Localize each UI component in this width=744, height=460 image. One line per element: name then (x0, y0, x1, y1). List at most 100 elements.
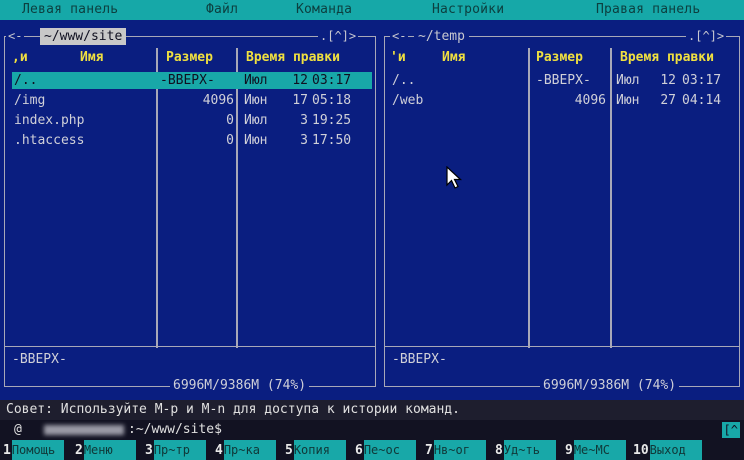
file-name: /.. (14, 73, 38, 88)
fkey-edit[interactable]: 4Пр~ка (214, 440, 276, 460)
column-mark[interactable]: 'и (390, 50, 406, 66)
file-day: 3 (300, 133, 308, 148)
fkey-number: 8 (495, 443, 503, 458)
left-panel-path[interactable]: ~/www/site (40, 28, 127, 45)
fkey-number: 9 (565, 443, 573, 458)
fkey-number: 7 (425, 443, 433, 458)
file-month: Июл (616, 73, 640, 88)
fkey-move[interactable]: 6Пе~ос (354, 440, 416, 460)
fkey-copy[interactable]: 5Копия (284, 440, 346, 460)
file-size: -ВВЕРХ- (160, 73, 215, 88)
file-size: 0 (226, 113, 234, 128)
file-name: .htaccess (14, 133, 85, 148)
right-panel-path[interactable]: ~/temp (414, 28, 469, 45)
column-mtime[interactable]: Время правки (246, 50, 340, 66)
fkey-label: Нв~ог (433, 440, 486, 460)
fkey-number: 3 (145, 443, 153, 458)
file-time: 03:17 (682, 73, 722, 88)
file-month: Июн (244, 133, 268, 148)
file-size: 0 (226, 133, 234, 148)
column-mtime[interactable]: Время правки (620, 50, 714, 66)
file-time: 04:14 (682, 93, 722, 108)
fkey-label: Помощь (11, 440, 64, 460)
disk-usage: 6996M/9386M (74%) (540, 378, 680, 393)
column-mark[interactable]: ,и (12, 50, 28, 66)
menu-command[interactable]: Команда (296, 2, 352, 17)
file-month: Июл (244, 113, 268, 128)
file-name: index.php (14, 113, 85, 128)
file-month: Июн (244, 93, 268, 108)
prompt-path: :~/www/site$ (128, 422, 222, 437)
function-key-bar: 1Помощь 2Меню 3Пр~тр 4Пр~ка 5Копия 6Пе~о… (0, 440, 744, 460)
fkey-number: 5 (285, 443, 293, 458)
file-size: -ВВЕРХ- (536, 73, 591, 88)
frame-right (739, 36, 740, 386)
fkey-number: 2 (75, 443, 83, 458)
fkey-number: 1 (3, 443, 11, 458)
mini-status: -ВВЕРХ- (392, 352, 447, 367)
column-size[interactable]: Размер (536, 50, 583, 66)
frame-left (4, 36, 5, 386)
file-row[interactable]: /.. -ВВЕРХ- Июл 12 03:17 (390, 72, 738, 89)
file-month: Июн (616, 93, 640, 108)
file-month: Июл (244, 73, 268, 88)
file-time: 03:17 (312, 73, 352, 88)
file-time: 17:50 (312, 133, 352, 148)
file-name: /img (14, 93, 46, 108)
column-name[interactable]: Имя (442, 50, 465, 66)
file-row[interactable]: /.. -ВВЕРХ- Июл 12 03:17 (12, 72, 372, 89)
command-prompt[interactable]: @ :~/www/site$ [^ (0, 420, 744, 440)
menu-right-panel[interactable]: Правая панель (596, 2, 700, 17)
file-size: 4096 (202, 93, 234, 108)
history-right-button[interactable]: .[^]> (686, 29, 727, 43)
file-day: 12 (660, 73, 676, 88)
fkey-view[interactable]: 3Пр~тр (144, 440, 206, 460)
file-day: 27 (660, 93, 676, 108)
left-panel[interactable]: <- ~/www/site .[^]> ,и Имя Размер Время … (0, 20, 380, 400)
fkey-label: Пе~ос (363, 440, 416, 460)
fkey-label: Меню (83, 440, 136, 460)
fkey-help[interactable]: 1Помощь (2, 440, 64, 460)
file-name: /web (392, 93, 424, 108)
fkey-number: 10 (633, 443, 649, 458)
prompt-user: @ (14, 422, 22, 437)
frame-status-divider (384, 346, 740, 347)
file-day: 3 (300, 113, 308, 128)
column-size[interactable]: Размер (166, 50, 213, 66)
menu-file[interactable]: Файл (206, 2, 238, 17)
fkey-delete[interactable]: 8Уд~ть (494, 440, 556, 460)
file-row[interactable]: index.php 0 Июл 3 19:25 (12, 112, 372, 129)
file-row[interactable]: .htaccess 0 Июн 3 17:50 (12, 132, 372, 149)
file-size: 4096 (574, 93, 606, 108)
history-right-button[interactable]: .[^]> (318, 29, 359, 43)
file-name: /.. (392, 73, 416, 88)
file-day: 12 (292, 73, 308, 88)
fkey-label: Пр~тр (153, 440, 206, 460)
file-day: 17 (292, 93, 308, 108)
fkey-mkdir[interactable]: 7Нв~ог (424, 440, 486, 460)
redacted-hostname (44, 425, 124, 435)
fkey-menu[interactable]: 2Меню (74, 440, 136, 460)
history-left-button[interactable]: <- (390, 29, 409, 43)
fkey-label: Ме~МС (573, 440, 626, 460)
fkey-quit[interactable]: 10Выход (632, 440, 702, 460)
fkey-pulldown[interactable]: 9Ме~МС (564, 440, 626, 460)
fkey-label: Копия (293, 440, 346, 460)
file-row[interactable]: /web 4096 Июн 27 04:14 (390, 92, 738, 109)
frame-status-divider (4, 346, 376, 347)
fkey-number: 6 (355, 443, 363, 458)
mouse-pointer-icon (446, 166, 463, 189)
file-time: 19:25 (312, 113, 352, 128)
file-row[interactable]: /img 4096 Июн 17 05:18 (12, 92, 372, 109)
fkey-label: Уд~ть (503, 440, 556, 460)
column-name[interactable]: Имя (80, 50, 103, 66)
disk-usage: 6996M/9386M (74%) (170, 378, 310, 393)
history-left-button[interactable]: <- (6, 29, 25, 43)
file-time: 05:18 (312, 93, 352, 108)
menu-left-panel[interactable]: Левая панель (22, 2, 118, 17)
right-panel[interactable]: <- ~/temp .[^]> 'и Имя Размер Время прав… (380, 20, 744, 400)
frame-left (384, 36, 385, 386)
prompt-scroll-indicator: [^ (721, 422, 740, 438)
menu-settings[interactable]: Настройки (432, 2, 504, 17)
fkey-label: Пр~ка (223, 440, 276, 460)
